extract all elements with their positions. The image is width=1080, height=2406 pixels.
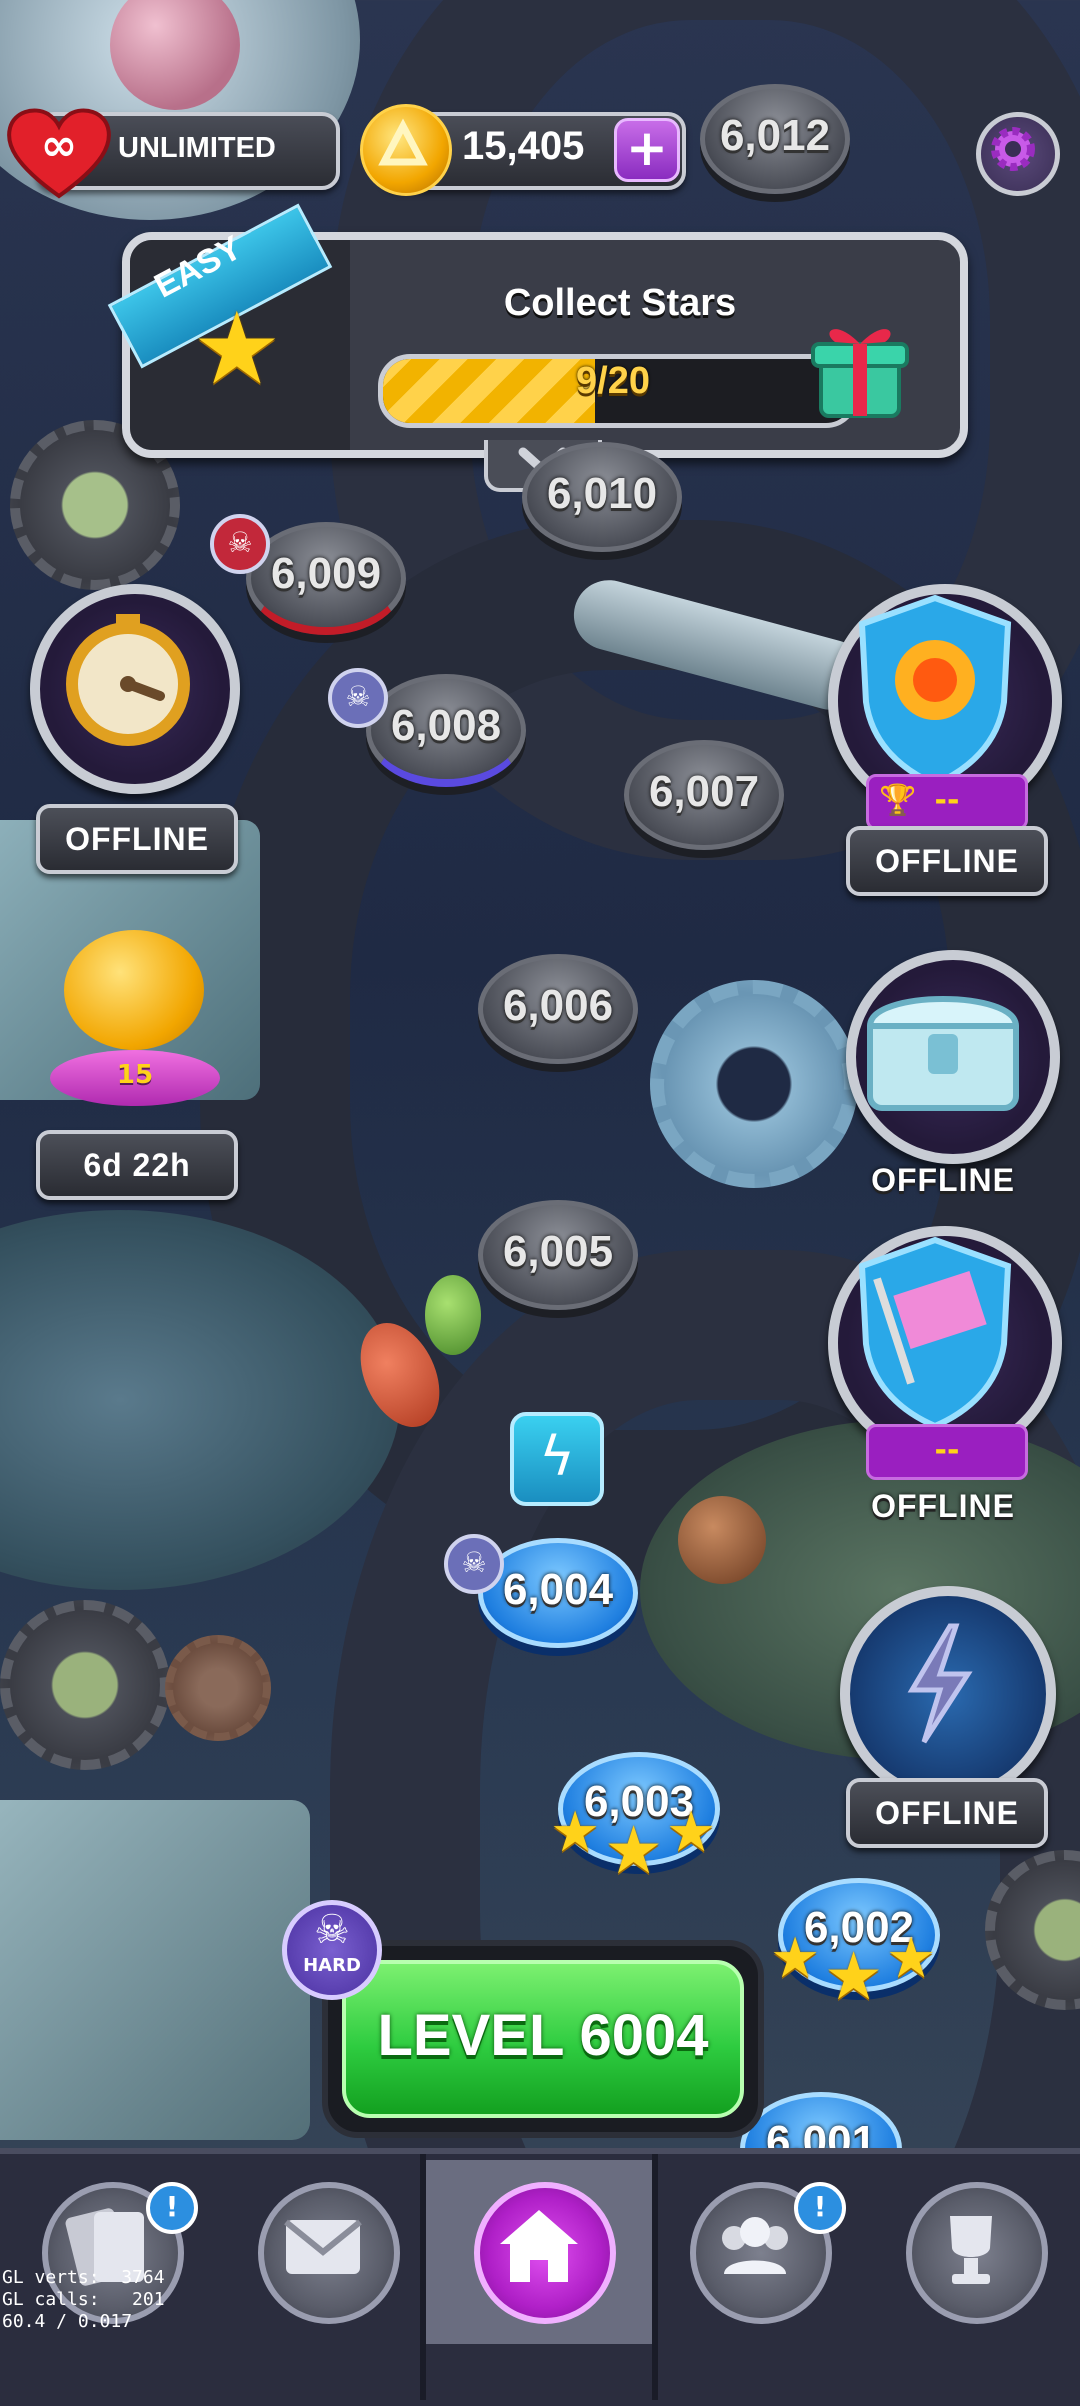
piggy-amount: 15 — [116, 1060, 154, 1090]
lever-green — [425, 1275, 481, 1355]
play-level-label: LEVEL 6004 — [377, 2003, 709, 2068]
piggy-icon — [64, 930, 204, 1050]
nav-mail-button[interactable] — [258, 2182, 400, 2324]
lightning-event-button[interactable] — [840, 1586, 1056, 1802]
level-node-6012[interactable]: 6,012 — [700, 84, 850, 194]
gear — [165, 1635, 271, 1741]
gear-icon — [991, 127, 1035, 171]
coin-icon — [360, 104, 452, 196]
settings-button[interactable] — [976, 112, 1060, 196]
metal-crate — [0, 1800, 310, 2140]
timer-offline-button[interactable]: OFFLINE — [36, 804, 238, 874]
hard-difficulty-badge: ☠ HARD — [282, 1900, 382, 2000]
current-level-marker: ϟ — [510, 1412, 604, 1506]
flag-rank-tag: -- — [866, 1424, 1028, 1480]
chest-event-button[interactable] — [846, 950, 1060, 1164]
lightning-icon — [907, 1623, 973, 1744]
star-icon: ★ — [824, 1938, 884, 2015]
skull-icon: ☠ — [328, 668, 388, 728]
nav-divider — [652, 2154, 658, 2400]
star-icon: ★ — [770, 1926, 821, 1991]
shield-offline-button[interactable]: OFFLINE — [846, 826, 1048, 896]
timer-event-button[interactable] — [30, 584, 240, 794]
checkered-flag-icon — [858, 1236, 1012, 1430]
level-node-6009[interactable]: 6,009 — [246, 522, 406, 635]
skull-icon: ☠ — [314, 1907, 350, 1953]
level-node-6006[interactable]: 6,006 — [478, 954, 638, 1064]
star-icon: ★ — [550, 1800, 601, 1865]
shield-rank-tag: 🏆 -- — [866, 774, 1028, 830]
star-icon: ★ — [604, 1812, 664, 1889]
play-level-button[interactable]: LEVEL 6004 — [322, 1940, 764, 2138]
mission-title: Collect Stars — [503, 282, 737, 324]
skull-icon: ☠ — [210, 514, 270, 574]
debug-fps: 60.4 / 0.017 — [2, 2311, 133, 2332]
team-notification-badge: ! — [794, 2182, 846, 2234]
stopwatch-icon — [66, 614, 190, 746]
hard-label: HARD — [303, 1955, 361, 1976]
lightning-icon: ϟ — [539, 1425, 575, 1488]
gear — [650, 980, 858, 1188]
piggy-bank[interactable]: 15 — [50, 930, 220, 1120]
level-node-6005[interactable]: 6,005 — [478, 1200, 638, 1310]
skull-icon: ☠ — [444, 1534, 504, 1594]
star-icon: ★ — [192, 290, 282, 407]
coins-amount: 15,405 — [462, 124, 585, 168]
level-node-6010[interactable]: 6,010 — [522, 442, 682, 552]
nav-home-button[interactable] — [474, 2182, 616, 2324]
home-icon — [500, 2210, 578, 2282]
lever-brown — [678, 1496, 766, 1584]
nav-leaderboard-button[interactable] — [906, 2182, 1048, 2324]
chest-offline-label: OFFLINE — [871, 1162, 1015, 1198]
lightning-offline-button[interactable]: OFFLINE — [846, 1778, 1048, 1848]
trophy-icon: 🏆 — [879, 783, 917, 818]
lives-label: UNLIMITED — [118, 132, 276, 164]
level-node-6007[interactable]: 6,007 — [624, 740, 784, 850]
piggy-timer[interactable]: 6d 22h — [36, 1130, 238, 1200]
star-icon: ★ — [886, 1926, 937, 1991]
fire-shield-icon — [858, 594, 1012, 788]
debug-verts: GL verts: 3764 — [2, 2267, 165, 2288]
treasure-chest-icon — [866, 996, 1020, 1111]
flag-offline-label: OFFLINE — [871, 1488, 1015, 1524]
svg-text:∞: ∞ — [41, 120, 78, 171]
mission-progress-text: 9/20 — [576, 360, 650, 402]
nav-divider — [420, 2154, 426, 2400]
level-node-6008[interactable]: 6,008 — [366, 674, 526, 787]
gear — [0, 1600, 170, 1770]
trophy-icon — [950, 2216, 992, 2284]
debug-calls: GL calls: 201 — [2, 2289, 165, 2310]
cards-notification-badge: ! — [146, 2182, 198, 2234]
gift-icon — [811, 329, 909, 418]
add-coins-button[interactable]: + — [614, 118, 680, 182]
heart-icon: ∞ — [7, 108, 111, 199]
star-icon: ★ — [666, 1800, 717, 1865]
envelope-icon — [284, 2219, 362, 2274]
